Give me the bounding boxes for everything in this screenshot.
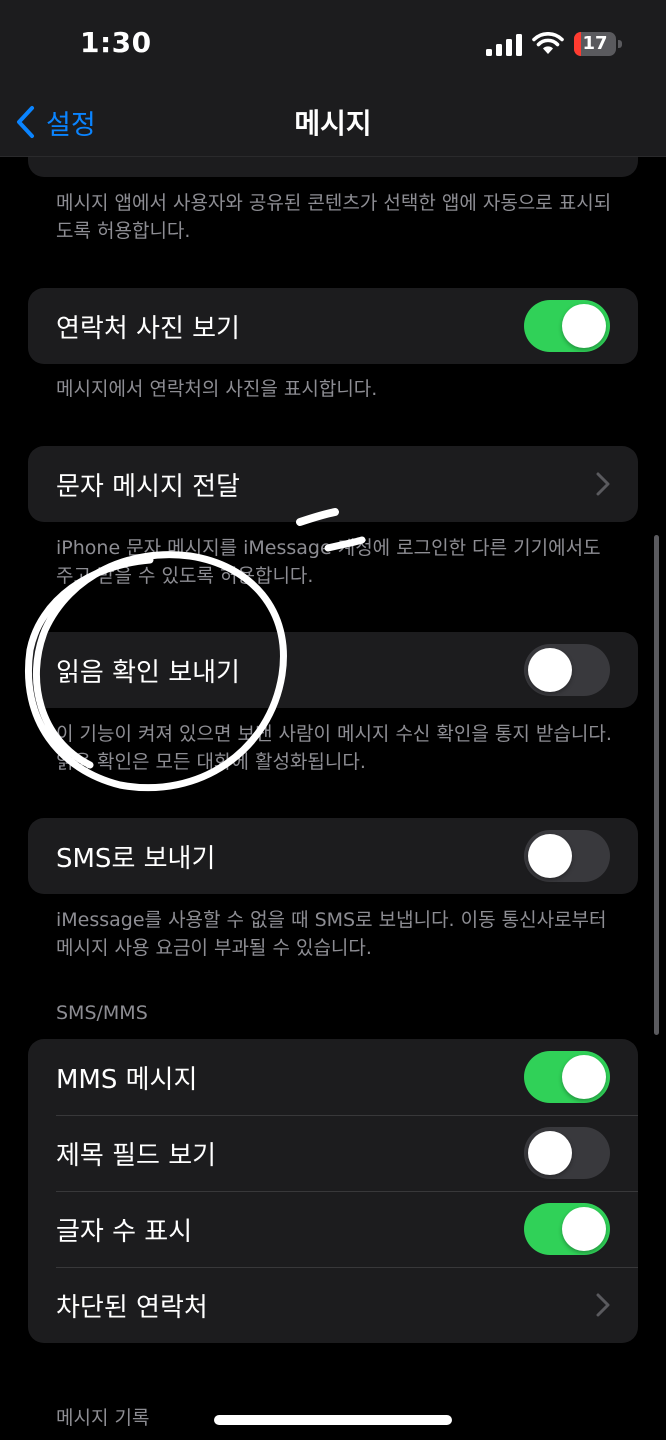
text-forwarding-footnote: iPhone 문자 메시지를 iMessage 계정에 로그인한 다른 기기에서… bbox=[56, 537, 601, 587]
scroll-indicator bbox=[654, 535, 659, 1035]
status-time: 1:30 bbox=[80, 26, 152, 59]
character-count-toggle[interactable] bbox=[524, 1203, 610, 1255]
shared-with-you-footnote: 메시지 앱에서 사용자와 공유된 콘텐츠가 선택한 앱에 자동으로 표시되도록 … bbox=[56, 192, 612, 242]
wifi-icon bbox=[532, 32, 564, 54]
character-count-label: 글자 수 표시 bbox=[56, 1216, 193, 1247]
row-mms-messaging: MMS 메시지 bbox=[28, 1039, 638, 1115]
chevron-right-icon bbox=[596, 1293, 610, 1317]
row-text-forwarding[interactable]: 문자 메시지 전달 bbox=[28, 446, 638, 522]
settings-group-partial bbox=[28, 157, 638, 177]
row-character-count: 글자 수 표시 bbox=[28, 1191, 638, 1267]
row-send-as-sms: SMS로 보내기 bbox=[28, 818, 638, 894]
row-read-receipts: 읽음 확인 보내기 bbox=[28, 632, 638, 708]
toggle-knob bbox=[528, 834, 572, 878]
row-contact-photos: 연락처 사진 보기 bbox=[28, 288, 638, 364]
status-bar: 1:30 17 bbox=[0, 0, 666, 90]
settings-group-contact-photos: 연락처 사진 보기 bbox=[28, 288, 638, 364]
read-receipts-footnote: 이 기능이 켜져 있으면 보낸 사람이 메시지 수신 확인을 통지 받습니다. … bbox=[56, 723, 612, 773]
contact-photos-footnote: 메시지에서 연락처의 사진을 표시합니다. bbox=[56, 378, 378, 400]
settings-group-sms-mms: MMS 메시지 제목 필드 보기 글자 수 표시 차단된 연락처 bbox=[28, 1039, 638, 1343]
navigation-bar: 설정 메시지 bbox=[0, 90, 666, 157]
mms-messaging-toggle[interactable] bbox=[524, 1051, 610, 1103]
sms-mms-section-header: SMS/MMS bbox=[56, 1002, 148, 1024]
settings-list[interactable]: 메시지 앱에서 사용자와 공유된 콘텐츠가 선택한 앱에 자동으로 표시되도록 … bbox=[0, 157, 666, 1440]
settings-group-read-receipts: 읽음 확인 보내기 bbox=[28, 632, 638, 708]
toggle-knob bbox=[562, 304, 606, 348]
toggle-knob bbox=[528, 648, 572, 692]
battery-icon: 17 bbox=[574, 32, 622, 56]
mms-messaging-label: MMS 메시지 bbox=[56, 1064, 198, 1095]
chevron-right-icon bbox=[596, 472, 610, 496]
battery-level: 17 bbox=[582, 33, 608, 54]
page-title: 메시지 bbox=[294, 107, 372, 140]
text-forwarding-label: 문자 메시지 전달 bbox=[56, 471, 240, 502]
read-receipts-label: 읽음 확인 보내기 bbox=[56, 657, 240, 688]
toggle-knob bbox=[528, 1131, 572, 1175]
toggle-knob bbox=[562, 1055, 606, 1099]
home-indicator bbox=[214, 1415, 452, 1425]
row-show-subject-field: 제목 필드 보기 bbox=[28, 1115, 638, 1191]
toggle-knob bbox=[562, 1207, 606, 1251]
message-history-section-header: 메시지 기록 bbox=[56, 1407, 150, 1429]
cellular-signal-icon bbox=[486, 34, 522, 56]
settings-group-text-forwarding: 문자 메시지 전달 bbox=[28, 446, 638, 522]
send-as-sms-label: SMS로 보내기 bbox=[56, 843, 216, 874]
contact-photos-label: 연락처 사진 보기 bbox=[56, 313, 240, 344]
settings-group-send-as-sms: SMS로 보내기 bbox=[28, 818, 638, 894]
send-as-sms-footnote: iMessage를 사용할 수 없을 때 SMS로 보냅니다. 이동 통신사로부… bbox=[56, 909, 607, 959]
read-receipts-toggle[interactable] bbox=[524, 644, 610, 696]
send-as-sms-toggle[interactable] bbox=[524, 830, 610, 882]
show-subject-field-label: 제목 필드 보기 bbox=[56, 1140, 217, 1171]
blocked-contacts-label: 차단된 연락처 bbox=[56, 1292, 208, 1323]
show-subject-field-toggle[interactable] bbox=[524, 1127, 610, 1179]
contact-photos-toggle[interactable] bbox=[524, 300, 610, 352]
row-blocked-contacts[interactable]: 차단된 연락처 bbox=[28, 1267, 638, 1343]
